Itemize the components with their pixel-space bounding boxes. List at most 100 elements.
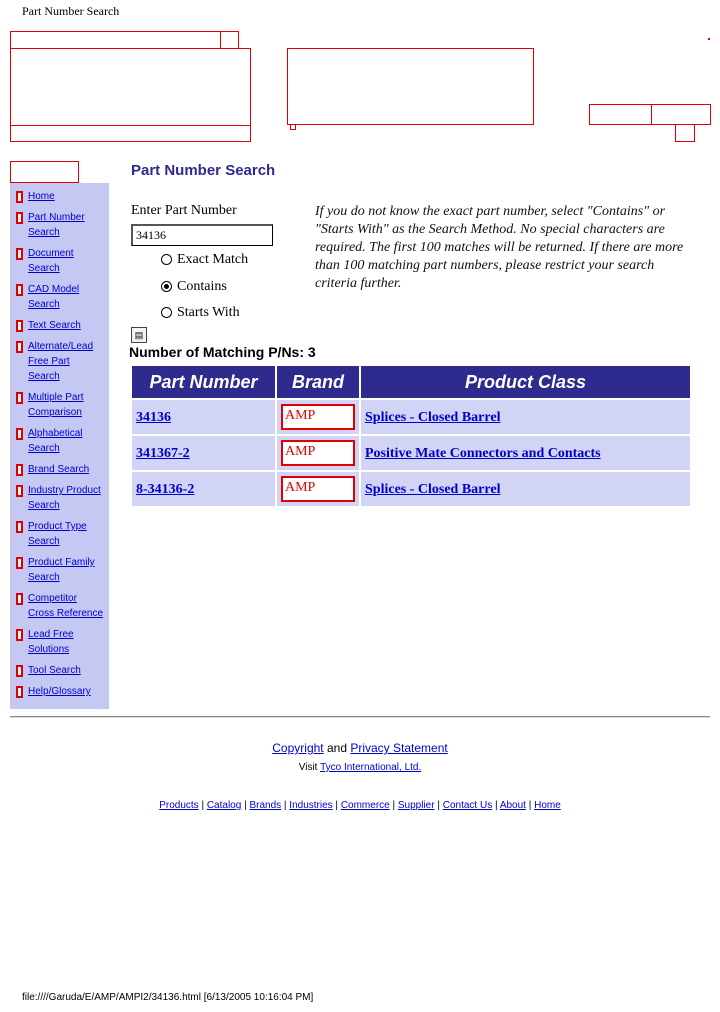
footer-nav: Products | Catalog | Brands | Industries… [159,800,561,811]
broken-image-icon: ▤ [134,330,144,340]
sidebar-item-label[interactable]: Multiple Part Comparison [28,390,88,420]
tyco-link[interactable]: Tyco International, Ltd. [320,762,421,773]
nav-marker-icon [16,284,23,296]
cell-part-number: 34136 [132,400,275,434]
table-row: 34136 AMP Splices - Closed Barrel [132,400,690,434]
toolbar-image-placeholder [675,124,695,142]
sidebar-item-label[interactable]: Brand Search [28,462,108,477]
copyright-link[interactable]: Copyright [272,741,323,755]
column-header-part-number: Part Number [132,366,275,398]
footer-link-home[interactable]: Home [534,800,561,811]
page-title: Part Number Search [131,162,276,179]
sidebar-item-label[interactable]: Document Search [28,246,80,276]
file-path-footer: file:////Garuda/E/AMP/AMPI2/34136.html [… [22,992,314,1003]
table-row: 341367-2 AMP Positive Mate Connectors an… [132,436,690,470]
search-method-starts-with[interactable]: Starts With [161,305,271,323]
sidebar-header-image-placeholder [10,161,79,183]
footer-link-catalog[interactable]: Catalog [207,800,241,811]
cell-part-number: 341367-2 [132,436,275,470]
nav-marker-icon [16,686,23,698]
search-method-exact-match[interactable]: Exact Match [161,252,271,270]
part-number-label: Enter Part Number [131,203,237,218]
dot-image-placeholder [708,38,710,40]
cell-product-class: Splices - Closed Barrel [361,400,690,434]
nav-marker-icon [16,248,23,260]
cell-brand: AMP [277,472,359,506]
product-class-link[interactable]: Positive Mate Connectors and Contacts [365,446,601,461]
sidebar-item-label[interactable]: Competitor Cross Reference [28,591,104,621]
sidebar-item-label[interactable]: Product Type Search [28,519,92,549]
nav-marker-icon [16,464,23,476]
brand-logo-placeholder[interactable]: AMP [281,440,355,466]
nav-marker-icon [16,212,23,224]
part-number-link[interactable]: 8-34136-2 [136,482,194,497]
footer-link-commerce[interactable]: Commerce [341,800,390,811]
footer-link-industries[interactable]: Industries [289,800,332,811]
product-class-link[interactable]: Splices - Closed Barrel [365,482,500,497]
footer-and-text: and [326,741,347,755]
sidebar-item-label[interactable]: Text Search [28,318,108,333]
privacy-statement-link[interactable]: Privacy Statement [350,741,447,755]
footer-link-brands[interactable]: Brands [249,800,281,811]
option-label: Contains [177,279,227,294]
cell-part-number: 8-34136-2 [132,472,275,506]
sidebar-item-label[interactable]: Help/Glossary [28,684,108,699]
cell-brand: AMP [277,400,359,434]
nav-marker-icon [16,485,23,497]
sidebar-item-label[interactable]: Product Family Search [28,555,98,585]
cell-product-class: Positive Mate Connectors and Contacts [361,436,690,470]
sidebar-item-label[interactable]: Lead Free Solutions [28,627,80,657]
sidebar-item-label[interactable]: Home [28,189,108,204]
radio-exact-match[interactable] [161,254,172,265]
banner-image-placeholder [10,31,239,49]
sidebar-nav: Home Part Number Search Document Search … [10,183,109,709]
banner-image-placeholder [287,48,534,125]
sidebar-item-label[interactable]: Alphabetical Search [28,426,88,456]
footer-link-supplier[interactable]: Supplier [398,800,435,811]
page-header: Part Number Search [22,4,120,18]
nav-marker-icon [16,521,23,533]
matching-count: Number of Matching P/Ns: 3 [129,344,316,360]
brand-logo-placeholder[interactable]: AMP [281,476,355,502]
brand-logo-placeholder[interactable]: AMP [281,404,355,430]
logo-image-placeholder [10,125,251,142]
search-help-text: If you do not know the exact part number… [315,204,684,291]
search-method-contains[interactable]: Contains [161,279,271,297]
nav-marker-icon [16,341,23,353]
results-table: Part Number Brand Product Class 34136 AM… [130,364,692,508]
nav-marker-icon [16,665,23,677]
nav-marker-icon [16,320,23,332]
part-number-input[interactable] [131,224,273,246]
nav-marker-icon [16,428,23,440]
option-label: Starts With [177,305,240,320]
table-header-row: Part Number Brand Product Class [132,366,690,398]
sidebar-item-label[interactable]: CAD Model Search [28,282,84,312]
sidebar-item-label[interactable]: Industry Product Search [28,483,104,513]
banner-image-placeholder [290,124,296,130]
toolbar-image-placeholder[interactable] [589,104,652,125]
footer-divider [10,716,710,718]
footer-legal-line: Copyright and Privacy Statement [0,741,720,755]
option-label: Exact Match [177,252,249,267]
footer-link-products[interactable]: Products [159,800,198,811]
submit-image-button[interactable]: ▤ [131,327,147,343]
cell-product-class: Splices - Closed Barrel [361,472,690,506]
nav-marker-icon [16,392,23,404]
column-header-brand: Brand [277,366,359,398]
part-number-link[interactable]: 34136 [136,410,171,425]
sidebar-item-label[interactable]: Part Number Search [28,210,88,240]
nav-marker-icon [16,593,23,605]
toolbar-image-placeholder[interactable] [651,104,711,125]
radio-starts-with[interactable] [161,307,172,318]
logo-image-placeholder[interactable] [10,48,251,126]
radio-contains[interactable] [161,281,172,292]
footer-link-contact-us[interactable]: Contact Us [443,800,492,811]
nav-marker-icon [16,557,23,569]
sidebar-item-label[interactable]: Tool Search [28,663,108,678]
footer-visit-text: Visit [298,762,318,773]
footer-link-about[interactable]: About [500,800,526,811]
sidebar-item-label[interactable]: Alternate/Lead Free Part Search [28,339,98,384]
nav-marker-icon [16,191,23,203]
part-number-link[interactable]: 341367-2 [136,446,190,461]
product-class-link[interactable]: Splices - Closed Barrel [365,410,500,425]
